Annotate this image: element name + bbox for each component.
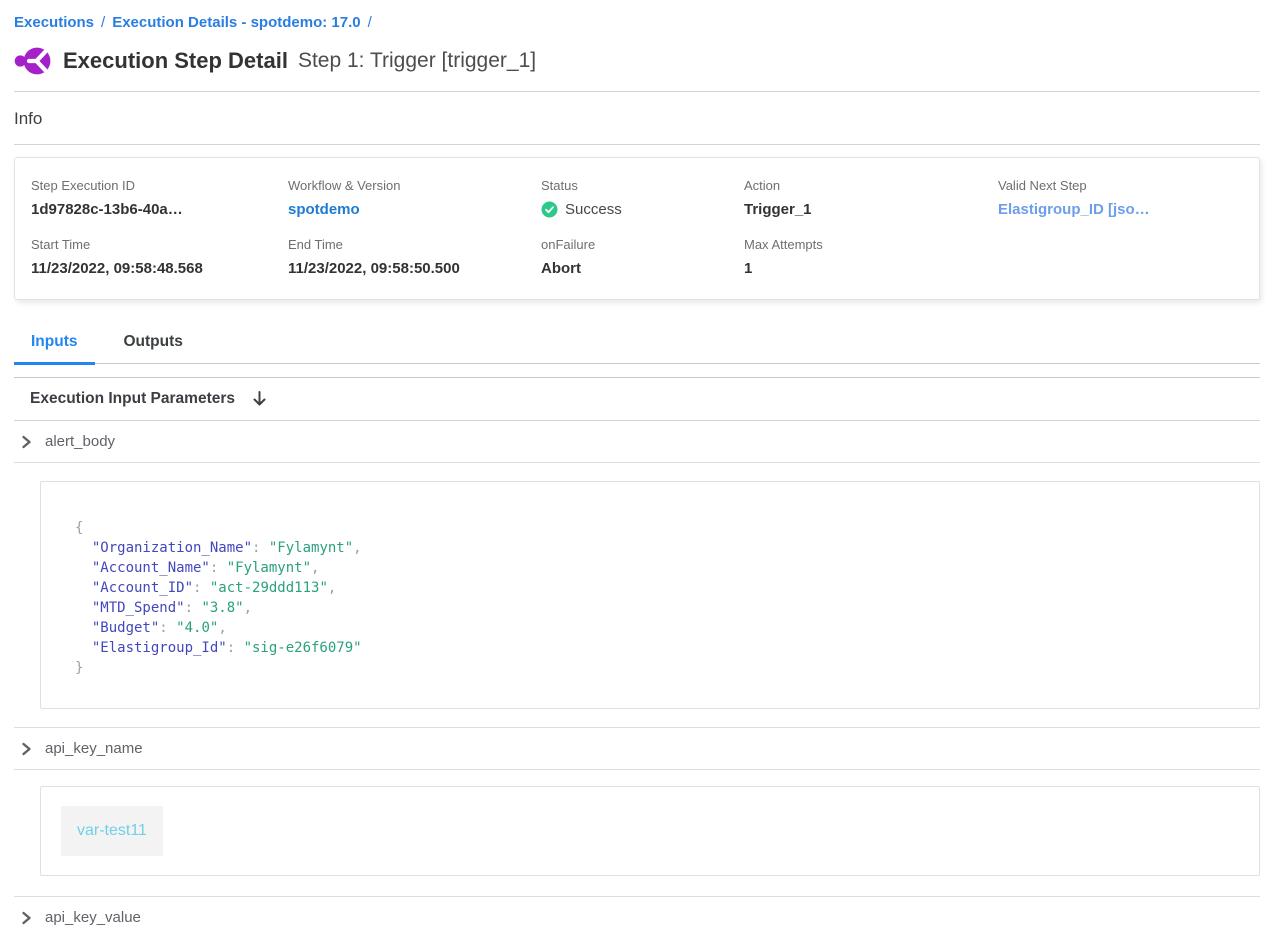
page: Executions / Execution Details - spotdemo:… xyxy=(0,0,1272,938)
divider-under-api-key-name-row xyxy=(14,769,1260,770)
param-label: api_key_name xyxy=(45,740,143,757)
param-label: alert_body xyxy=(45,433,115,450)
onfailure-value: Abort xyxy=(541,260,744,277)
field-label: Step Execution ID xyxy=(31,178,288,193)
field-onfailure: onFailure Abort xyxy=(541,237,744,277)
breadcrumb-executions[interactable]: Executions xyxy=(14,14,94,31)
tab-bar: Inputs Outputs xyxy=(14,322,1260,364)
api-key-name-value: var-test11 xyxy=(61,806,163,856)
field-end-time: End Time 11/23/2022, 09:58:50.500 xyxy=(288,237,541,277)
field-label: Max Attempts xyxy=(744,237,998,252)
divider-under-alert-body-row xyxy=(14,462,1260,463)
chevron-right-icon xyxy=(20,435,33,449)
field-label: End Time xyxy=(288,237,541,252)
start-time-value: 11/23/2022, 09:58:48.568 xyxy=(31,260,288,277)
page-title: Execution Step Detail xyxy=(63,48,288,74)
page-subtitle: Step 1: Trigger [trigger_1] xyxy=(298,49,536,73)
field-valid-next-step: Valid Next Step Elastigroup_ID [jso… xyxy=(998,178,1243,218)
empty-cell xyxy=(998,237,1243,277)
field-label: onFailure xyxy=(541,237,744,252)
workflow-link[interactable]: spotdemo xyxy=(288,201,541,218)
field-label: Workflow & Version xyxy=(288,178,541,193)
info-card-grid: Step Execution ID 1d97828c-13b6-40a… Wor… xyxy=(31,178,1243,277)
alert-body-code-panel: { "Organization_Name": "Fylamynt", "Acco… xyxy=(40,481,1260,709)
status-badge: Success xyxy=(541,201,744,218)
tab-inputs[interactable]: Inputs xyxy=(14,322,95,365)
download-arrow-icon[interactable] xyxy=(251,390,268,408)
step-execution-id-value: 1d97828c-13b6-40a… xyxy=(31,201,288,218)
field-action: Action Trigger_1 xyxy=(744,178,998,218)
chevron-right-icon xyxy=(20,911,33,925)
chevron-right-icon xyxy=(20,742,33,756)
tab-outputs[interactable]: Outputs xyxy=(107,322,200,365)
max-attempts-value: 1 xyxy=(744,260,998,277)
status-text: Success xyxy=(565,201,622,218)
param-row-alert-body[interactable]: alert_body xyxy=(14,421,1260,462)
step-info-card: Step Execution ID 1d97828c-13b6-40a… Wor… xyxy=(14,157,1260,300)
spacer xyxy=(14,364,1260,377)
alert-body-json: { "Organization_Name": "Fylamynt", "Acco… xyxy=(75,518,1225,678)
field-step-execution-id: Step Execution ID 1d97828c-13b6-40a… xyxy=(31,178,288,218)
param-row-api-key-value[interactable]: api_key_value xyxy=(14,897,1260,938)
field-max-attempts: Max Attempts 1 xyxy=(744,237,998,277)
field-start-time: Start Time 11/23/2022, 09:58:48.568 xyxy=(31,237,288,277)
breadcrumb-trailing-separator: / xyxy=(368,14,372,31)
field-status: Status Success xyxy=(541,178,744,218)
breadcrumb: Executions / Execution Details - spotdemo:… xyxy=(14,14,1260,31)
end-time-value: 11/23/2022, 09:58:50.500 xyxy=(288,260,541,277)
divider-under-info-heading xyxy=(14,144,1260,145)
info-section-heading: Info xyxy=(14,92,1260,144)
valid-next-step-link[interactable]: Elastigroup_ID [jso… xyxy=(998,201,1243,218)
field-label: Action xyxy=(744,178,998,193)
fylamynt-logo-icon xyxy=(14,46,51,76)
field-label: Status xyxy=(541,178,744,193)
field-label: Start Time xyxy=(31,237,288,252)
param-row-api-key-name[interactable]: api_key_name xyxy=(14,728,1260,769)
field-workflow-version: Workflow & Version spotdemo xyxy=(288,178,541,218)
breadcrumb-execution-details[interactable]: Execution Details - spotdemo: 17.0 xyxy=(112,14,360,31)
params-header-title: Execution Input Parameters xyxy=(30,390,235,408)
title-row: Execution Step Detail Step 1: Trigger [t… xyxy=(14,46,1260,76)
params-header: Execution Input Parameters xyxy=(14,378,1260,420)
action-value: Trigger_1 xyxy=(744,201,998,218)
success-check-icon xyxy=(541,201,558,218)
param-label: api_key_value xyxy=(45,909,141,926)
field-label: Valid Next Step xyxy=(998,178,1243,193)
breadcrumb-separator: / xyxy=(101,14,105,31)
api-key-name-value-panel: var-test11 xyxy=(40,786,1260,876)
